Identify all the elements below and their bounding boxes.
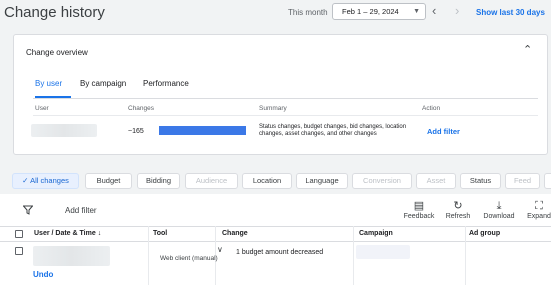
- chip-label: All changes: [30, 176, 69, 185]
- download-icon: ⤓: [496, 200, 502, 212]
- show-last-30-days-link[interactable]: Show last 30 days: [476, 8, 545, 17]
- feedback-button[interactable]: ▤ Feedback: [402, 200, 436, 220]
- column-header-summary: Summary: [259, 105, 287, 112]
- column-header-user-date[interactable]: User / Date & Time ↓: [34, 230, 101, 237]
- column-divider: [353, 226, 354, 285]
- row-checkbox[interactable]: [15, 247, 23, 255]
- chevron-down-icon[interactable]: ∨: [217, 245, 223, 254]
- date-range-select[interactable]: Feb 1 – 29, 2024 ▼: [332, 3, 426, 20]
- chip-feed[interactable]: Feed: [505, 173, 540, 189]
- change-overview-card: Change overview ⌃ By user By campaign Pe…: [13, 34, 548, 155]
- expand-button[interactable]: ⛶ Expand: [525, 200, 551, 220]
- filter-icon[interactable]: [23, 205, 33, 215]
- chip-conversion[interactable]: Conversion: [352, 173, 412, 189]
- column-header-user: User: [35, 105, 49, 112]
- chip-language[interactable]: Language: [296, 173, 348, 189]
- download-label: Download: [483, 213, 515, 220]
- check-icon: ✓: [22, 176, 29, 185]
- campaign-redacted: [356, 245, 410, 259]
- chip-asset[interactable]: Asset: [416, 173, 456, 189]
- refresh-label: Refresh: [445, 213, 471, 220]
- column-divider: [465, 226, 466, 285]
- undo-link[interactable]: Undo: [33, 270, 53, 279]
- download-button[interactable]: ⤓ Download: [481, 200, 517, 220]
- column-header-user-date-label: User / Date & Time: [34, 230, 96, 237]
- column-header-campaign: Campaign: [359, 230, 393, 237]
- chip-budget[interactable]: Budget: [85, 173, 132, 189]
- column-header-tool: Tool: [153, 230, 168, 237]
- feedback-icon: ▤: [413, 200, 425, 212]
- column-header-action: Action: [422, 105, 441, 112]
- refresh-button[interactable]: ↻ Refresh: [443, 200, 473, 220]
- tab-by-campaign[interactable]: By campaign: [80, 79, 126, 88]
- column-header-ad-group: Ad group: [469, 230, 501, 237]
- table-header-bottom-border: [0, 241, 551, 242]
- user-date-redacted: [33, 246, 110, 266]
- previous-period-icon[interactable]: ‹: [432, 3, 436, 18]
- expand-label: Expand: [527, 213, 551, 220]
- sort-down-icon: ↓: [97, 230, 102, 237]
- feedback-label: Feedback: [403, 213, 435, 220]
- chip-more[interactable]: [544, 173, 551, 189]
- add-filter-button[interactable]: Add filter: [65, 206, 97, 215]
- column-divider: [148, 226, 149, 285]
- column-header-changes: Changes: [128, 105, 155, 112]
- column-header-change: Change: [222, 230, 248, 237]
- chip-all-changes[interactable]: ✓ All changes: [12, 173, 79, 189]
- add-filter-link[interactable]: Add filter: [427, 127, 460, 136]
- tab-divider: [33, 98, 538, 99]
- collapse-icon[interactable]: ⌃: [523, 43, 532, 56]
- tool-cell: Web client (manual): [160, 255, 218, 262]
- refresh-icon: ↻: [453, 200, 463, 212]
- table-header-top-border: [0, 226, 551, 227]
- page-title: Change history: [4, 4, 105, 21]
- select-all-checkbox[interactable]: [15, 230, 23, 238]
- summary-text: Status changes, budget changes, bid chan…: [259, 124, 407, 138]
- date-range-label: This month: [288, 8, 328, 17]
- chip-location[interactable]: Location: [242, 173, 292, 189]
- next-period-icon[interactable]: ›: [455, 3, 459, 18]
- chip-bidding[interactable]: Bidding: [137, 173, 180, 189]
- expand-icon: ⛶: [535, 200, 543, 212]
- changes-bar: [159, 126, 246, 135]
- card-title: Change overview: [26, 48, 88, 57]
- tab-by-user[interactable]: By user: [35, 79, 62, 88]
- chip-status[interactable]: Status: [460, 173, 501, 189]
- user-avatar-redacted: [31, 124, 97, 137]
- tab-performance[interactable]: Performance: [143, 79, 189, 88]
- date-range-value: Feb 1 – 29, 2024: [342, 7, 399, 16]
- caret-down-icon: ▼: [413, 8, 420, 15]
- chip-audience[interactable]: Audience: [185, 173, 238, 189]
- header-divider: [33, 115, 538, 116]
- change-cell: 1 budget amount decreased: [236, 249, 324, 256]
- changes-count: ~165: [128, 128, 144, 135]
